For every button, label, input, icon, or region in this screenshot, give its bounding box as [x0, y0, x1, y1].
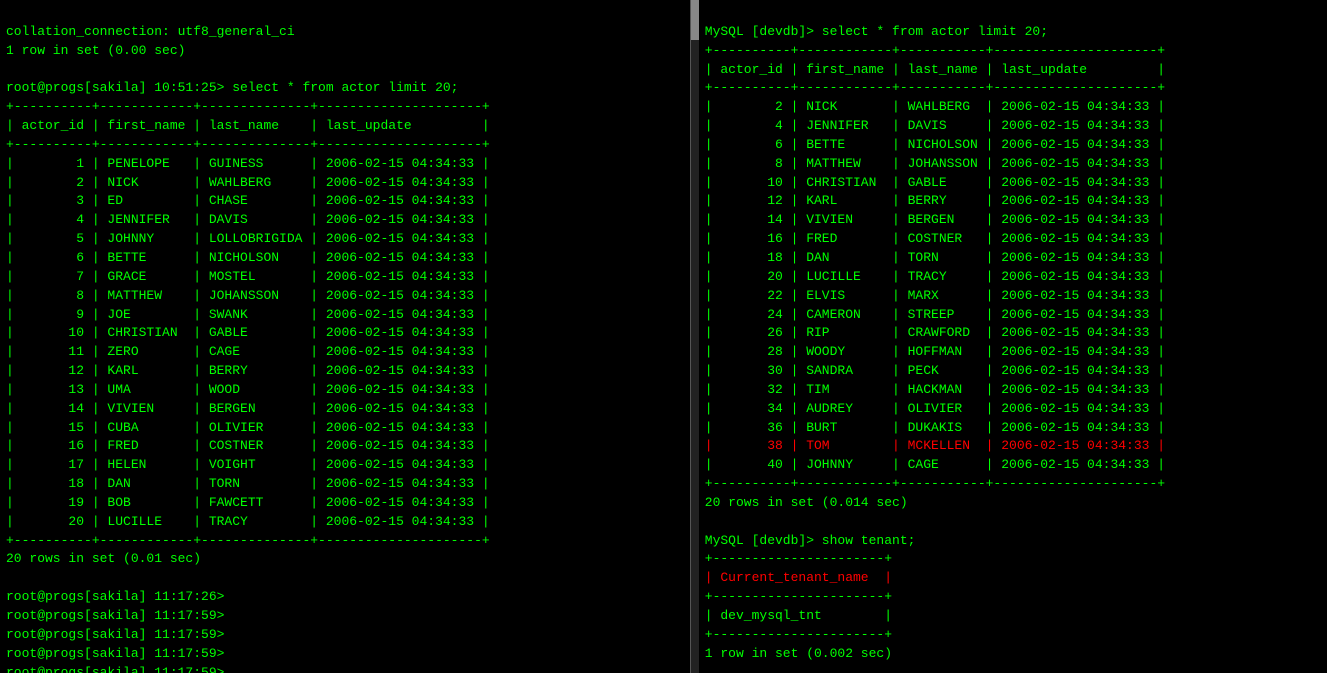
left-terminal: collation_connection: utf8_general_ci 1 … — [0, 0, 691, 673]
scrollbar-thumb[interactable] — [691, 0, 699, 40]
left-terminal-content: collation_connection: utf8_general_ci 1 … — [6, 24, 490, 673]
scrollbar-divider — [691, 0, 699, 673]
right-terminal-content: MySQL [devdb]> select * from actor limit… — [705, 24, 1165, 661]
right-terminal: MySQL [devdb]> select * from actor limit… — [699, 0, 1327, 673]
